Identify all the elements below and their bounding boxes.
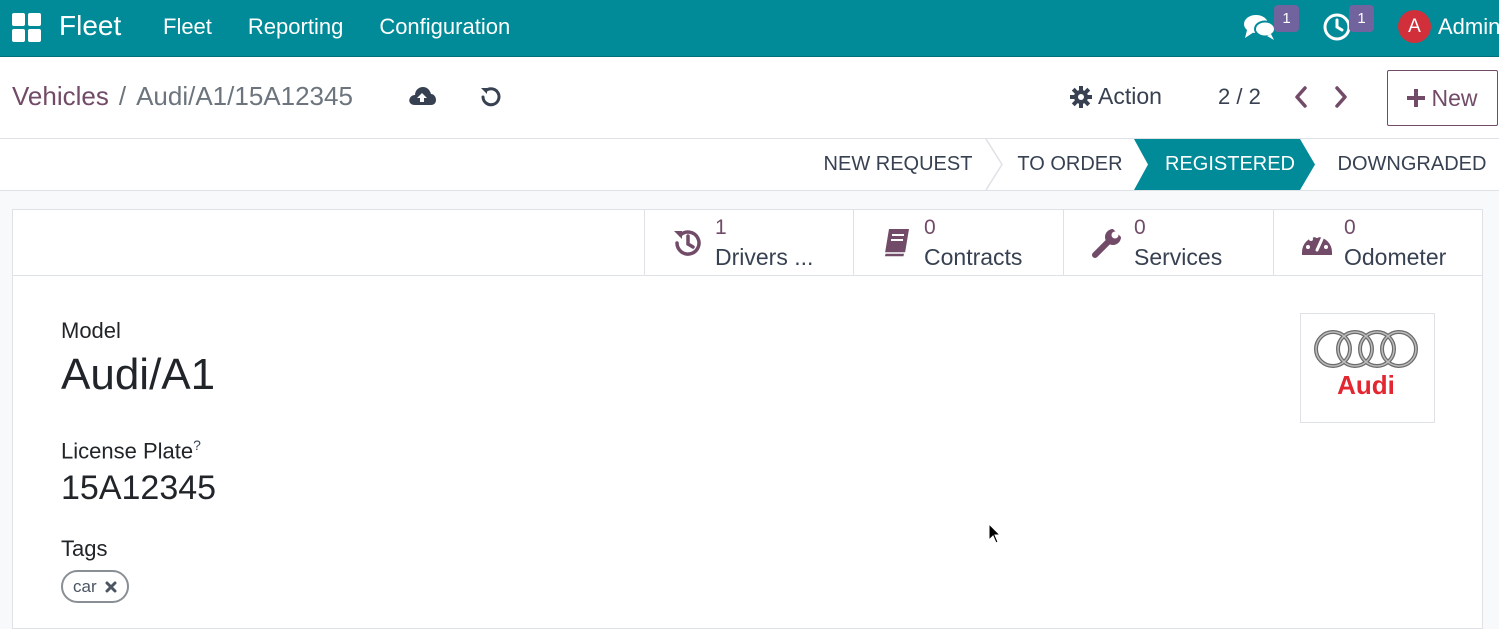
- menu-item-configuration[interactable]: Configuration: [379, 14, 510, 40]
- contracts-count: 0: [924, 216, 936, 239]
- messages-count-badge: 1: [1274, 5, 1299, 32]
- model-field[interactable]: Audi/A1: [61, 350, 215, 400]
- odometer-count: 0: [1344, 216, 1356, 239]
- license-plate-label: License Plate: [61, 438, 194, 464]
- gear-icon: [1070, 85, 1092, 108]
- drivers-label: Drivers ...: [715, 244, 814, 270]
- stage-to-order[interactable]: TO ORDER: [1004, 139, 1136, 190]
- license-plate-label-wrap: License Plate?: [61, 437, 201, 464]
- breadcrumb-current-record: Audi/A1/15A12345: [136, 81, 353, 111]
- history-icon: [674, 230, 701, 256]
- services-button[interactable]: 0 Services: [1063, 210, 1273, 275]
- menu-item-reporting[interactable]: Reporting: [248, 14, 343, 40]
- pager-value[interactable]: 2 / 2: [1218, 84, 1261, 110]
- apps-grid-icon[interactable]: [12, 13, 42, 43]
- stage-registered[interactable]: REGISTERED: [1148, 139, 1312, 190]
- status-bar: NEW REQUEST TO ORDER REGISTERED DOWNGRAD…: [0, 139, 1499, 191]
- book-icon: [883, 229, 909, 258]
- chevron-right-icon[interactable]: [1332, 85, 1350, 109]
- help-tooltip-icon[interactable]: ?: [193, 437, 201, 453]
- stage-divider: [985, 139, 1003, 190]
- plus-icon: [1407, 89, 1426, 107]
- remove-tag-icon[interactable]: [105, 581, 117, 593]
- tag-label: car: [73, 576, 97, 596]
- smart-button-box: 1 Drivers ... 0 Contracts 0 Services 0 O…: [13, 210, 1482, 276]
- contracts-button[interactable]: 0 Contracts: [853, 210, 1063, 275]
- top-navbar: Fleet Fleet Reporting Configuration 1 1 …: [0, 0, 1499, 57]
- user-name[interactable]: Admin: [1438, 14, 1499, 40]
- breadcrumb-vehicles-link[interactable]: Vehicles: [12, 81, 109, 111]
- menu-item-fleet[interactable]: Fleet: [163, 14, 212, 40]
- app-name[interactable]: Fleet: [59, 10, 121, 42]
- chat-icon[interactable]: [1243, 12, 1277, 42]
- breadcrumb: Vehicles / Audi/A1/15A12345: [12, 81, 353, 112]
- new-record-button[interactable]: New: [1387, 70, 1498, 126]
- services-label: Services: [1134, 244, 1223, 270]
- tachometer-icon: [1302, 234, 1332, 255]
- user-avatar[interactable]: A: [1398, 10, 1431, 43]
- model-label: Model: [61, 318, 121, 343]
- stage-label: DOWNGRADED: [1337, 153, 1487, 175]
- chevron-left-icon[interactable]: [1292, 85, 1310, 109]
- tag-chip[interactable]: car: [61, 570, 129, 603]
- vehicle-image[interactable]: Audi: [1300, 313, 1435, 423]
- activity-clock-icon[interactable]: [1322, 12, 1352, 42]
- action-label: Action: [1098, 83, 1162, 109]
- action-menu-button[interactable]: Action: [1070, 83, 1162, 110]
- discard-undo-icon[interactable]: [478, 84, 504, 110]
- mouse-cursor-icon: [988, 523, 1002, 544]
- license-plate-field[interactable]: 15A12345: [61, 469, 216, 508]
- stage-downgraded[interactable]: DOWNGRADED: [1328, 139, 1496, 190]
- services-count: 0: [1134, 216, 1146, 239]
- audi-logo: Audi: [1314, 330, 1418, 400]
- logo-wordmark: Audi: [1337, 370, 1395, 400]
- stage-new-request[interactable]: NEW REQUEST: [812, 139, 984, 190]
- wrench-icon: [1092, 229, 1121, 258]
- breadcrumb-separator: /: [118, 81, 127, 111]
- odometer-label: Odometer: [1344, 244, 1447, 270]
- new-label: New: [1431, 84, 1478, 111]
- tags-label: Tags: [61, 536, 108, 561]
- drivers-history-button[interactable]: 1 Drivers ...: [644, 210, 854, 275]
- drivers-count: 1: [715, 216, 727, 239]
- contracts-label: Contracts: [924, 244, 1023, 270]
- activities-count-badge: 1: [1349, 5, 1374, 32]
- stage-label: TO ORDER: [1017, 153, 1123, 175]
- main-menu: Fleet Reporting Configuration: [163, 14, 510, 40]
- odometer-button[interactable]: 0 Odometer: [1273, 210, 1483, 275]
- control-panel: Vehicles / Audi/A1/15A12345 Action 2 / 2: [0, 57, 1499, 139]
- form-sheet: 1 Drivers ... 0 Contracts 0 Services 0 O…: [12, 209, 1483, 629]
- stage-label: NEW REQUEST: [823, 153, 973, 175]
- stage-label: REGISTERED: [1164, 153, 1296, 175]
- cloud-upload-icon[interactable]: [408, 84, 436, 108]
